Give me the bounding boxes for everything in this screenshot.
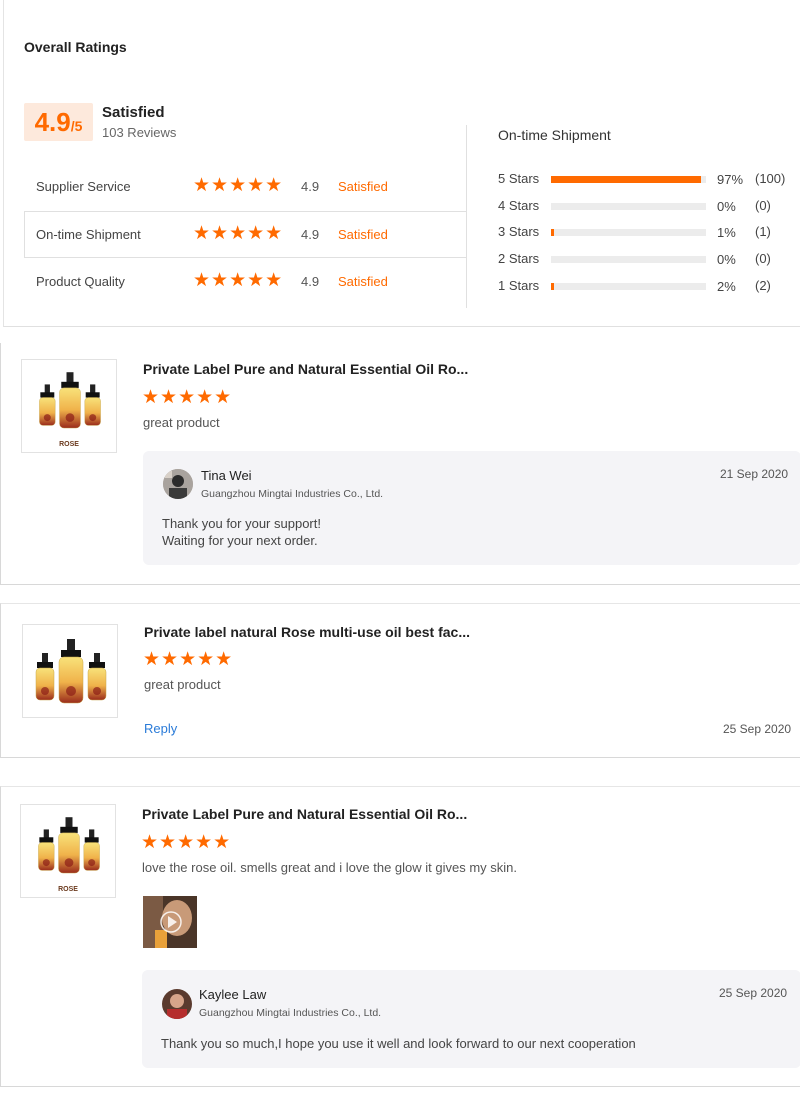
review-card: ROSE Private Label Pure and Natural Esse…: [0, 343, 800, 585]
distribution-bar-track: [551, 229, 706, 236]
distribution-bar-fill: [551, 176, 701, 183]
distribution-percent: 2%: [717, 279, 736, 294]
star-icon: ★★★★★: [193, 223, 284, 244]
bottle-image: [22, 360, 117, 442]
distribution-row-2-stars: 2 Stars 0% (0): [498, 251, 798, 267]
review-text: love the rose oil. smells great and i lo…: [142, 860, 518, 875]
distribution-bar-fill: [551, 283, 554, 290]
score-badge: 4.9/5: [24, 103, 93, 141]
avatar: [163, 469, 193, 499]
star-icon: ★★★★★: [193, 175, 284, 196]
distribution-bar-track: [551, 256, 706, 263]
category-row-on-time-shipment[interactable]: On-time Shipment ★★★★★ 4.9 Satisfied: [24, 211, 467, 258]
distribution-count: (0): [755, 198, 771, 213]
shipment-title: On-time Shipment: [498, 127, 611, 143]
ratings-summary: Overall Ratings 4.9/5 Satisfied 103 Revi…: [3, 0, 800, 327]
overall-ratings-title: Overall Ratings: [24, 39, 127, 55]
distribution-row-4-stars: 4 Stars 0% (0): [498, 198, 798, 214]
review-text: great product: [144, 677, 221, 692]
product-thumbnail[interactable]: [22, 624, 118, 718]
reply-link[interactable]: Reply: [144, 721, 177, 736]
product-title[interactable]: Private label natural Rose multi-use oil…: [144, 624, 470, 640]
bottle-image: [23, 625, 118, 718]
category-score: 4.9: [301, 274, 320, 289]
distribution-percent: 0%: [717, 252, 736, 267]
distribution-percent: 97%: [717, 172, 744, 187]
star-icon: ★★★★★: [143, 649, 234, 670]
distribution-count: (100): [755, 171, 786, 186]
review-video-thumbnail[interactable]: [143, 896, 197, 948]
category-status: Satisfied: [338, 179, 388, 194]
review-date: 25 Sep 2020: [723, 722, 792, 736]
distribution-row-5-stars: 5 Stars 97% (100): [498, 171, 798, 187]
distribution-label: 4 Stars: [498, 198, 540, 213]
avatar: [162, 989, 192, 1019]
star-icon: ★★★★★: [193, 270, 284, 291]
category-label: Supplier Service: [36, 179, 131, 194]
star-icon: ★★★★★: [141, 832, 232, 853]
distribution-label: 2 Stars: [498, 251, 540, 266]
distribution-bar-fill: [551, 229, 554, 236]
review-card: Private label natural Rose multi-use oil…: [0, 603, 800, 758]
distribution-bar-track: [551, 283, 706, 290]
category-row-supplier-service: Supplier Service ★★★★★ 4.9 Satisfied: [24, 164, 467, 211]
satisfaction-label: Satisfied: [102, 104, 165, 121]
category-score: 4.9: [301, 227, 320, 242]
distribution-count: (2): [755, 278, 771, 293]
reply-text: Thank you for your support! Waiting for …: [162, 516, 321, 548]
reply-date: 25 Sep 2020: [719, 986, 788, 1000]
distribution-percent: 1%: [717, 225, 736, 240]
distribution-row-3-stars: 3 Stars 1% (1): [498, 224, 798, 240]
category-status: Satisfied: [338, 227, 388, 242]
product-title[interactable]: Private Label Pure and Natural Essential…: [142, 806, 467, 822]
review-card: ROSE Private Label Pure and Natural Esse…: [0, 786, 800, 1087]
review-count: 103 Reviews: [102, 125, 177, 140]
divider: [466, 125, 467, 308]
distribution-count: (0): [755, 251, 771, 266]
category-score: 4.9: [301, 179, 320, 194]
thumb-caption: ROSE: [59, 441, 79, 448]
distribution-row-1-stars: 1 Stars 2% (2): [498, 278, 798, 294]
score-max: /5: [70, 118, 83, 134]
product-thumbnail[interactable]: ROSE: [20, 804, 116, 898]
distribution-label: 1 Stars: [498, 278, 540, 293]
category-label: On-time Shipment: [36, 227, 141, 242]
distribution-count: (1): [755, 224, 771, 239]
category-status: Satisfied: [338, 274, 388, 289]
replier-name: Kaylee Law: [199, 987, 267, 1002]
replier-company: Guangzhou Mingtai Industries Co., Ltd.: [199, 1007, 382, 1019]
bottle-image: [21, 805, 116, 887]
supplier-reply: Kaylee Law Guangzhou Mingtai Industries …: [142, 970, 800, 1068]
score-value: 4.9: [34, 107, 71, 137]
replier-company: Guangzhou Mingtai Industries Co., Ltd.: [201, 488, 384, 500]
star-icon: ★★★★★: [142, 387, 233, 408]
supplier-reply: Tina Wei Guangzhou Mingtai Industries Co…: [143, 451, 800, 565]
reply-text: Thank you so much,I hope you use it well…: [161, 1036, 636, 1051]
review-text: great product: [143, 415, 220, 430]
thumb-caption: ROSE: [58, 886, 78, 893]
category-label: Product Quality: [36, 274, 125, 289]
distribution-label: 3 Stars: [498, 224, 540, 239]
distribution-label: 5 Stars: [498, 171, 540, 186]
product-title[interactable]: Private Label Pure and Natural Essential…: [143, 361, 468, 377]
distribution-bar-track: [551, 176, 706, 183]
distribution-percent: 0%: [717, 199, 736, 214]
category-row-product-quality: Product Quality ★★★★★ 4.9 Satisfied: [24, 259, 467, 306]
replier-name: Tina Wei: [201, 468, 252, 483]
distribution-bar-track: [551, 203, 706, 210]
reply-date: 21 Sep 2020: [720, 467, 789, 481]
product-thumbnail[interactable]: ROSE: [21, 359, 117, 453]
